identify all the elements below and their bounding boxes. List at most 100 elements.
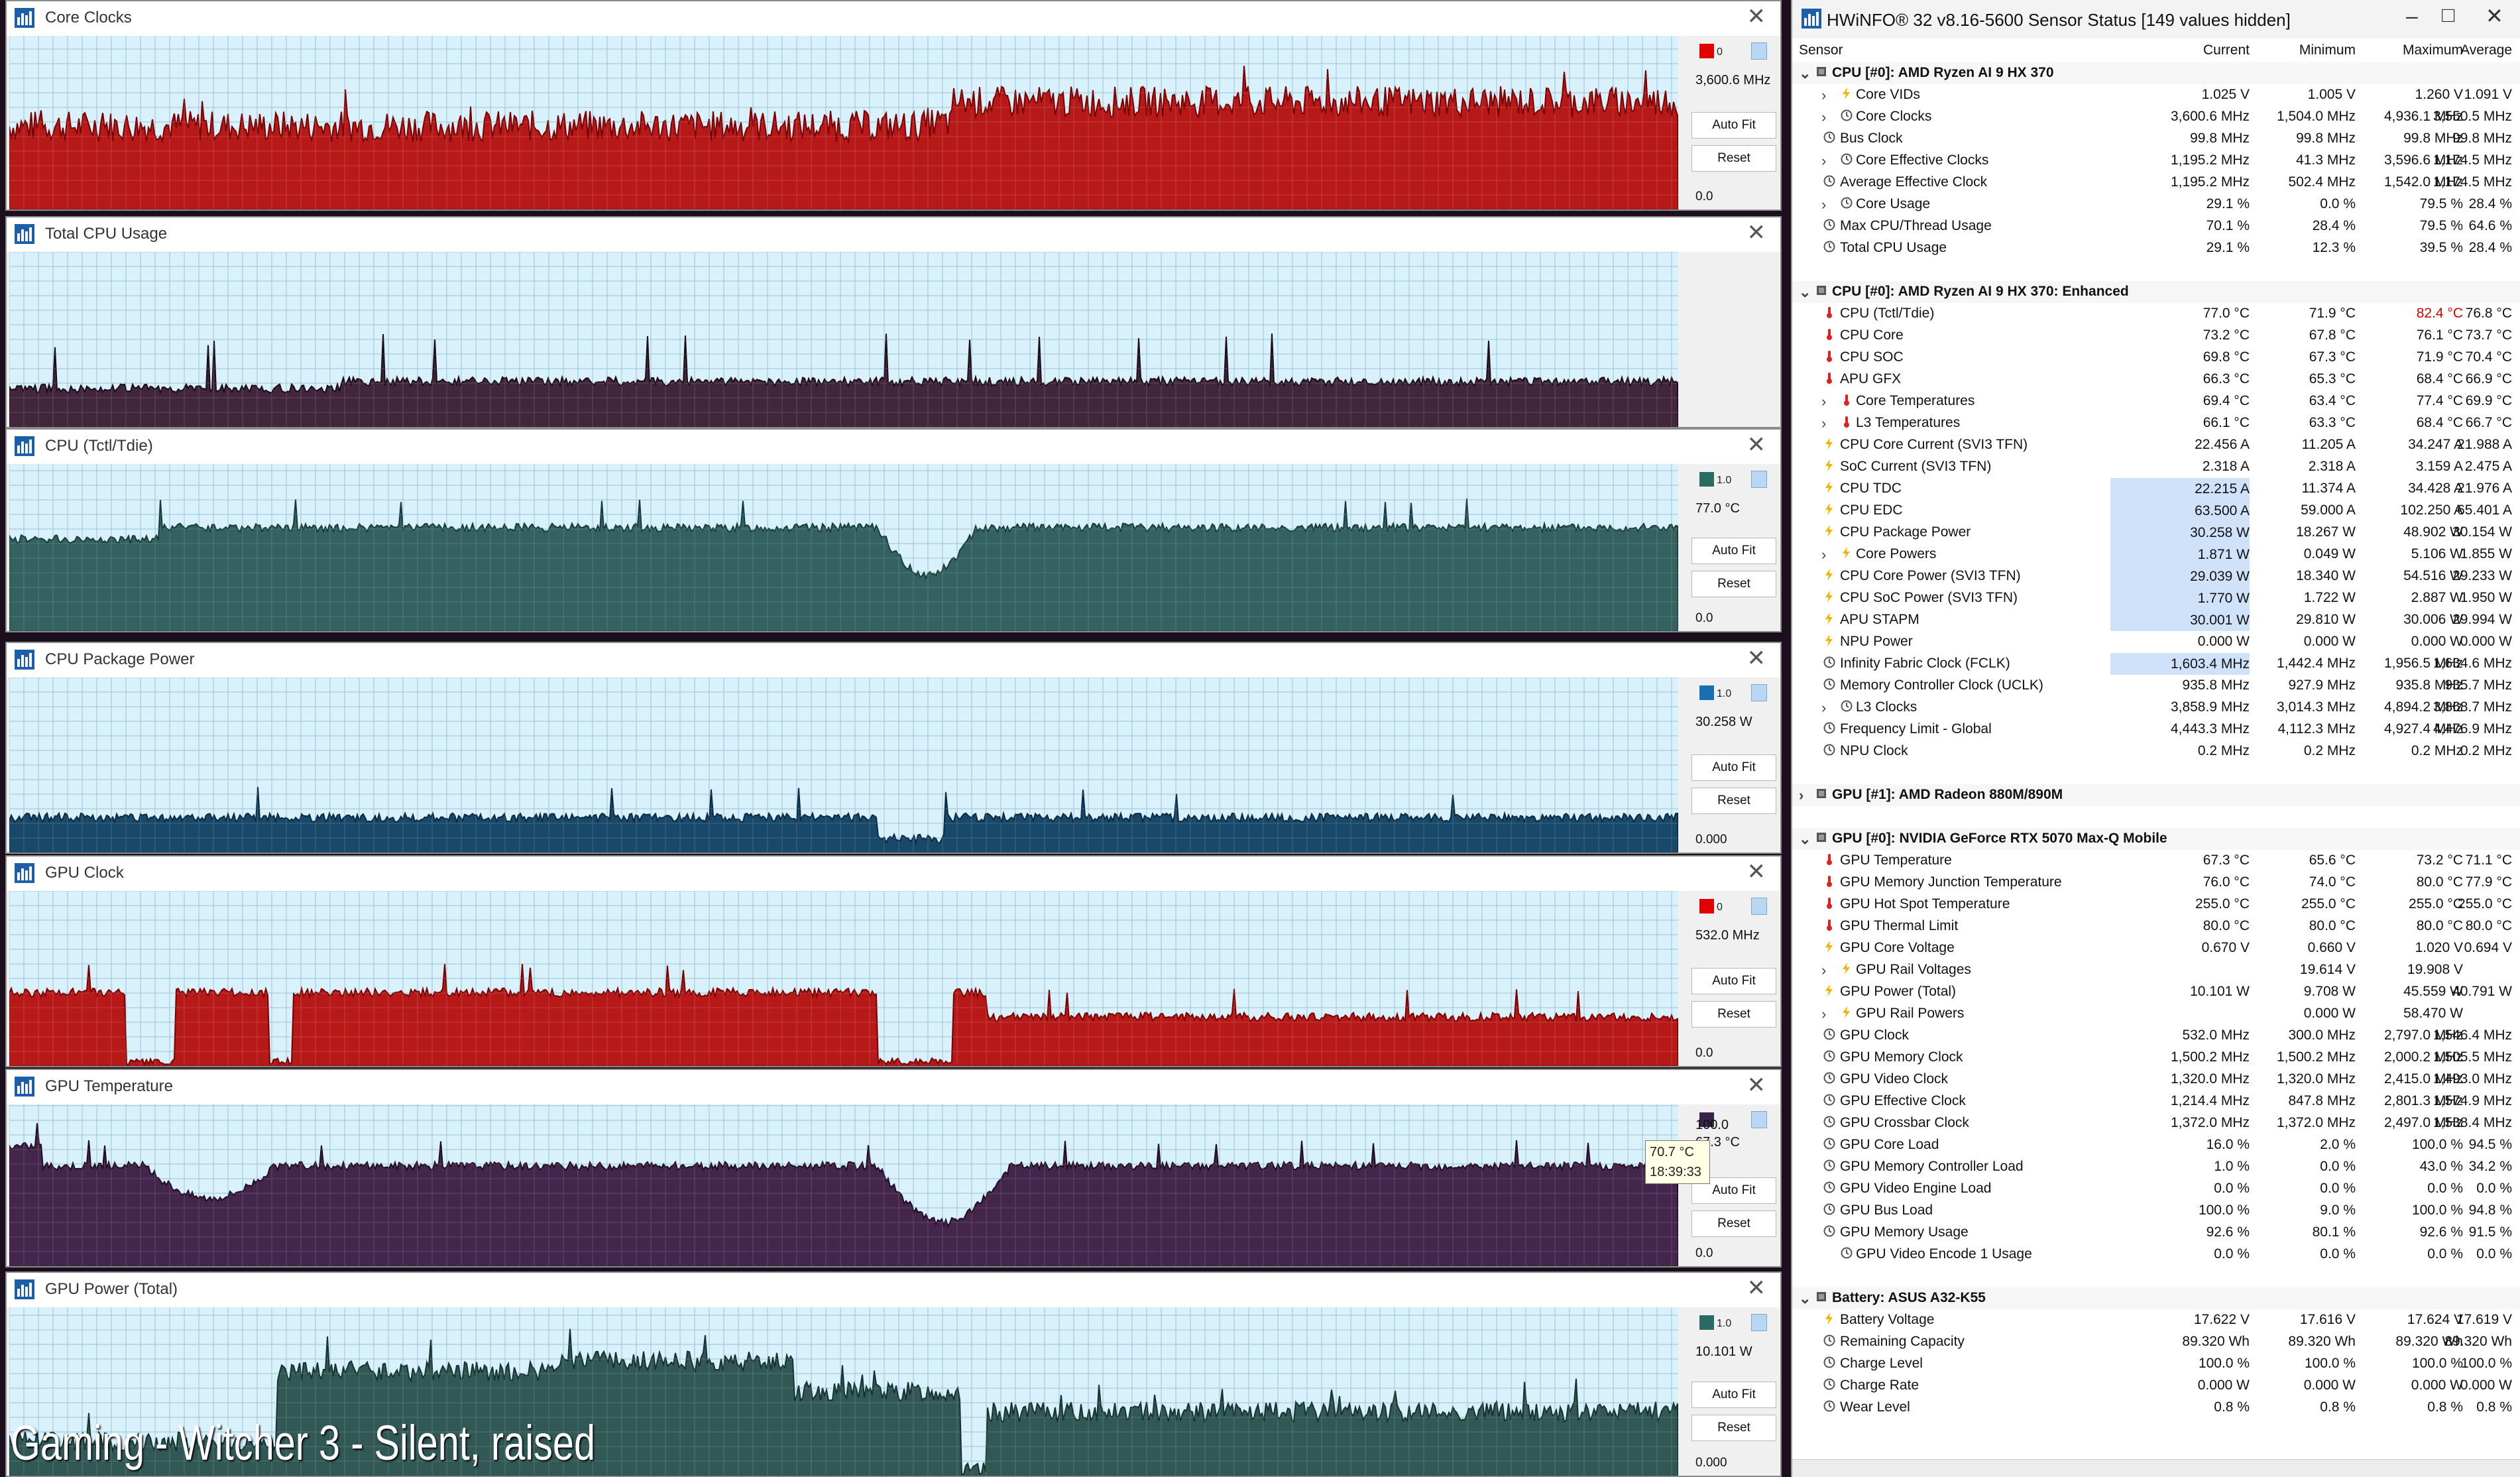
chevron-right-icon[interactable]: › [1821, 962, 1826, 979]
chevron-right-icon[interactable]: › [1821, 1006, 1826, 1023]
sensor-row[interactable]: › Core Clocks 3,600.6 MHz 1,504.0 MHz 4,936.… [1792, 106, 2520, 128]
reset-button[interactable]: Reset [1691, 145, 1776, 172]
sensor-row[interactable]: Memory Controller Clock (UCLK) 935.8 MHz 9… [1792, 675, 2520, 697]
chevron-right-icon[interactable]: › [1821, 699, 1826, 717]
sensor-row[interactable]: CPU EDC 63.500 A 59.000 A 102.250 A 65.401 A [1792, 500, 2520, 522]
sensor-row[interactable]: › Core Powers 1.871 W 0.049 W 5.106 W 1.855 W [1792, 544, 2520, 565]
sensor-row[interactable]: › L3 Clocks 3,858.9 MHz 3,014.3 MHz 4,894.2 … [1792, 697, 2520, 719]
sensor-row[interactable]: GPU Crossbar Clock 1,372.0 MHz 1,372.0 MHz… [1792, 1112, 2520, 1134]
chevron-down-icon[interactable]: ⌄ [1799, 1290, 1811, 1307]
graph-options-box[interactable] [1751, 1111, 1767, 1128]
chevron-right-icon[interactable]: › [1821, 196, 1826, 213]
sensor-row[interactable]: › Core Temperatures 69.4 °C 63.4 °C 77.4 °C 6… [1792, 390, 2520, 412]
close-icon[interactable]: ✕ [1747, 647, 1766, 670]
sensor-group-row[interactable]: ⌄ CPU [#0]: AMD Ryzen AI 9 HX 370: Enhanc… [1792, 281, 2520, 303]
sensor-row[interactable]: › Core VIDs 1.025 V 1.005 V 1.260 V 1.091 V [1792, 84, 2520, 106]
auto-fit-button[interactable]: Auto Fit [1691, 538, 1776, 564]
graph-title-bar[interactable]: Total CPU Usage ✕ [7, 217, 1780, 252]
sensor-row[interactable]: GPU Video Clock 1,320.0 MHz 1,320.0 MHz 2,4… [1792, 1069, 2520, 1091]
sensor-row[interactable]: GPU Thermal Limit 80.0 °C 80.0 °C 80.0 °C 80… [1792, 916, 2520, 937]
sensor-row[interactable]: CPU Core Power (SVI3 TFN) 29.039 W 18.340 … [1792, 565, 2520, 587]
close-icon[interactable]: ✕ [1747, 1074, 1766, 1096]
col-average[interactable]: Average [2369, 42, 2512, 58]
sensor-row[interactable]: GPU Core Load 16.0 % 2.0 % 100.0 % 94.5 % [1792, 1134, 2520, 1156]
close-icon[interactable]: ✕ [2486, 5, 2503, 27]
sensor-row[interactable]: GPU Video Encode 1 Usage 0.0 % 0.0 % 0.0 % 0… [1792, 1244, 2520, 1266]
graph-title-bar[interactable]: GPU Clock ✕ [7, 857, 1780, 891]
sensor-row[interactable]: Max CPU/Thread Usage 70.1 % 28.4 % 79.5 % 64… [1792, 215, 2520, 237]
sensor-row[interactable]: › GPU Rail Voltages 19.614 V 19.908 V [1792, 959, 2520, 981]
sensor-group-row[interactable]: ⌄ GPU [#0]: NVIDIA GeForce RTX 5070 Max-Q… [1792, 828, 2520, 850]
graph-options-box[interactable] [1751, 898, 1767, 915]
chevron-right-icon[interactable]: › [1821, 415, 1826, 432]
chevron-right-icon[interactable]: › [1821, 87, 1826, 104]
sensor-row[interactable]: NPU Clock 0.2 MHz 0.2 MHz 0.2 MHz 0.2 MHz [1792, 740, 2520, 762]
sensor-group-row[interactable]: › GPU [#1]: AMD Radeon 880M/890M [1792, 784, 2520, 806]
close-icon[interactable]: ✕ [1747, 434, 1766, 456]
auto-fit-button[interactable]: Auto Fit [1691, 112, 1776, 139]
graph-options-box[interactable] [1751, 1314, 1767, 1331]
reset-button[interactable]: Reset [1691, 1001, 1776, 1028]
col-sensor[interactable]: Sensor [1799, 42, 1843, 58]
sensor-row[interactable]: GPU Memory Usage 92.6 % 80.1 % 92.6 % 91.5 % [1792, 1222, 2520, 1244]
sensor-row[interactable]: CPU Core Current (SVI3 TFN) 22.456 A 11.20… [1792, 434, 2520, 456]
graph-options-box[interactable] [1751, 471, 1767, 488]
sensor-row[interactable]: GPU Core Voltage 0.670 V 0.660 V 1.020 V 0.6… [1792, 937, 2520, 959]
sensor-row[interactable]: › GPU Rail Powers 0.000 W 58.470 W [1792, 1003, 2520, 1025]
reset-button[interactable]: Reset [1691, 571, 1776, 597]
sensor-row[interactable]: CPU SOC 69.8 °C 67.3 °C 71.9 °C 70.4 °C [1792, 347, 2520, 369]
sensor-row[interactable]: GPU Power (Total) 10.101 W 9.708 W 45.559 W… [1792, 981, 2520, 1003]
sensor-row[interactable]: › L3 Temperatures 66.1 °C 63.3 °C 68.4 °C 66.… [1792, 412, 2520, 434]
sensor-row[interactable]: GPU Clock 532.0 MHz 300.0 MHz 2,797.0 MHz 1,… [1792, 1025, 2520, 1047]
auto-fit-button[interactable]: Auto Fit [1691, 1382, 1776, 1408]
color-swatch[interactable] [1699, 472, 1714, 487]
graph-window-gpu-clock[interactable]: GPU Clock ✕ 0 532.0 MHz Auto Fit Reset 0.0 [5, 855, 1782, 1067]
sensor-row[interactable]: CPU Core 73.2 °C 67.8 °C 76.1 °C 73.7 °C [1792, 325, 2520, 347]
chevron-down-icon[interactable]: ⌄ [1799, 831, 1811, 848]
reset-button[interactable]: Reset [1691, 1211, 1776, 1237]
color-swatch[interactable] [1699, 899, 1714, 914]
sensor-row[interactable]: GPU Temperature 67.3 °C 65.6 °C 73.2 °C 71.1… [1792, 850, 2520, 872]
sensor-row[interactable]: APU STAPM 30.001 W 29.810 W 30.006 W 29.994 … [1792, 609, 2520, 631]
sensor-row[interactable]: GPU Hot Spot Temperature 255.0 °C 255.0 °C… [1792, 894, 2520, 916]
chevron-down-icon[interactable]: ⌄ [1799, 65, 1811, 82]
maximize-icon[interactable]: □ [2442, 4, 2454, 25]
sensor-group-row[interactable]: ⌄ CPU [#0]: AMD Ryzen AI 9 HX 370 [1792, 62, 2520, 84]
sensor-group-row[interactable]: ⌄ Battery: ASUS A32-K55 [1792, 1287, 2520, 1309]
color-swatch[interactable] [1699, 1315, 1714, 1330]
color-swatch[interactable] [1699, 685, 1714, 700]
graph-window-total-cpu-usage[interactable]: Total CPU Usage ✕ [5, 216, 1782, 428]
close-icon[interactable]: ✕ [1747, 5, 1766, 28]
color-swatch[interactable] [1699, 44, 1714, 58]
auto-fit-button[interactable]: Auto Fit [1691, 968, 1776, 994]
sensor-row[interactable]: CPU (Tctl/Tdie) 77.0 °C 71.9 °C 82.4 °C 76.8… [1792, 303, 2520, 325]
sensor-row[interactable]: CPU SoC Power (SVI3 TFN) 1.770 W 1.722 W 2.… [1792, 587, 2520, 609]
sensor-row[interactable]: CPU TDC 22.215 A 11.374 A 34.428 A 21.976 A [1792, 478, 2520, 500]
sensor-row[interactable]: GPU Memory Controller Load 1.0 % 0.0 % 43.0… [1792, 1156, 2520, 1178]
sensor-row[interactable]: GPU Video Engine Load 0.0 % 0.0 % 0.0 % 0.0 … [1792, 1178, 2520, 1200]
sensor-row[interactable]: NPU Power 0.000 W 0.000 W 0.000 W 0.000 W [1792, 631, 2520, 653]
chevron-right-icon[interactable]: › [1821, 393, 1826, 410]
graph-window-cpu-package-power[interactable]: CPU Package Power ✕ 1.0 30.258 W Auto Fit Res… [5, 642, 1782, 854]
graph-options-box[interactable] [1751, 684, 1767, 701]
sensor-row[interactable]: Remaining Capacity 89.320 Wh 89.320 Wh 89.3… [1792, 1331, 2520, 1353]
minimize-icon[interactable]: – [2406, 5, 2418, 27]
graph-title-bar[interactable]: GPU Temperature ✕ [7, 1070, 1780, 1104]
sensor-row[interactable]: GPU Effective Clock 1,214.4 MHz 847.8 MHz 2… [1792, 1091, 2520, 1112]
sensor-row[interactable]: › Core Effective Clocks 1,195.2 MHz 41.3 MH… [1792, 150, 2520, 172]
sensor-row[interactable]: GPU Memory Clock 1,500.2 MHz 1,500.2 MHz 2,… [1792, 1047, 2520, 1069]
chevron-down-icon[interactable]: ⌄ [1799, 284, 1811, 301]
chevron-right-icon[interactable]: › [1821, 109, 1826, 126]
sensor-row[interactable]: GPU Bus Load 100.0 % 9.0 % 100.0 % 94.8 % [1792, 1200, 2520, 1222]
sensor-row[interactable]: Charge Rate 0.000 W 0.000 W 0.000 W 0.000 W [1792, 1375, 2520, 1397]
reset-button[interactable]: Reset [1691, 1415, 1776, 1441]
graph-window-core-clocks[interactable]: Core Clocks ✕ 0 3,600.6 MHz Auto Fit Reset 0.0 [5, 0, 1782, 211]
graph-window-cpu-tctl[interactable]: CPU (Tctl/Tdie) ✕ 1.0 77.0 °C Auto Fit Reset 0… [5, 428, 1782, 632]
auto-fit-button[interactable]: Auto Fit [1691, 754, 1776, 781]
graph-title-bar[interactable]: GPU Power (Total) ✕ [7, 1273, 1780, 1307]
close-icon[interactable]: ✕ [1747, 860, 1766, 883]
reset-button[interactable]: Reset [1691, 788, 1776, 814]
chevron-right-icon[interactable]: › [1821, 546, 1826, 563]
graph-title-bar[interactable]: Core Clocks ✕ [7, 1, 1780, 36]
sensor-row[interactable]: SoC Current (SVI3 TFN) 2.318 A 2.318 A 3.15… [1792, 456, 2520, 478]
